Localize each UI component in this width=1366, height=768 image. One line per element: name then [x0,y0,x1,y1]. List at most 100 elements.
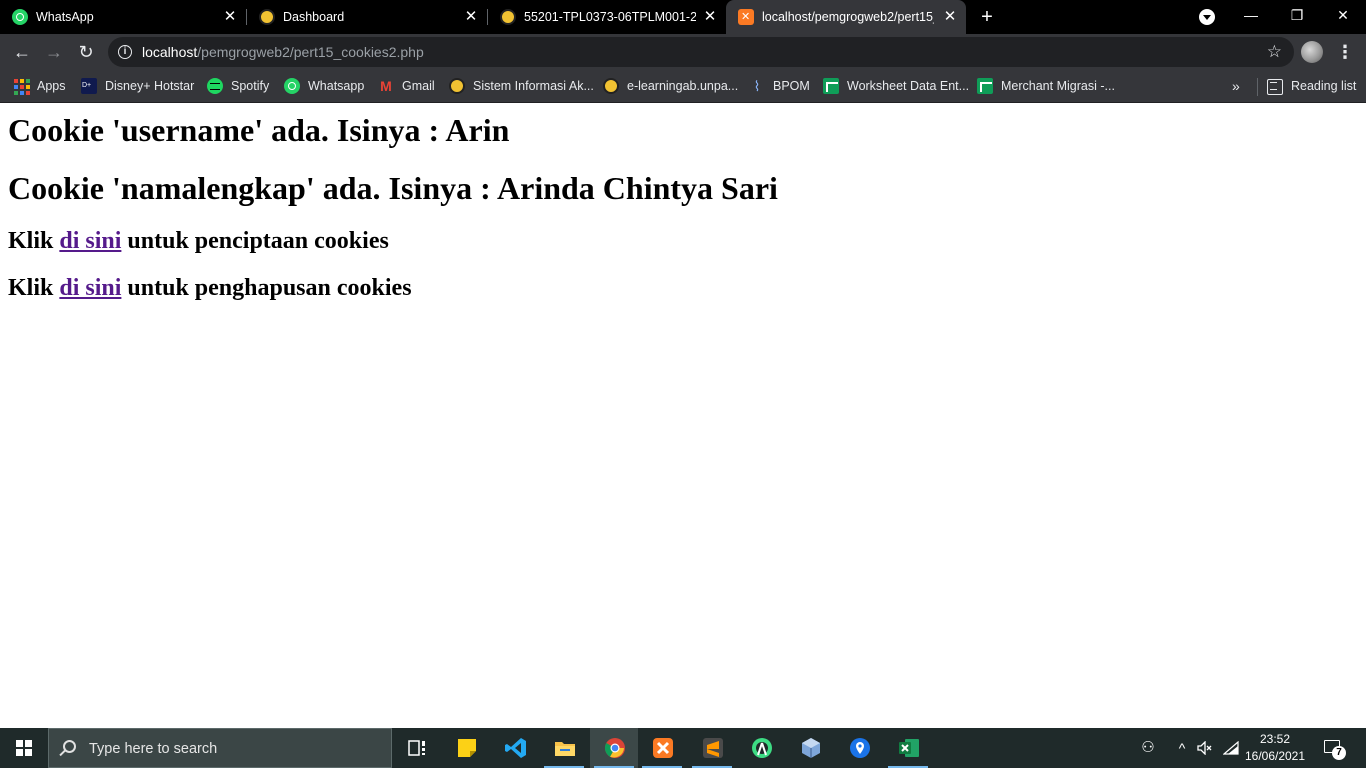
url-host: localhost [142,44,198,60]
bookmark-hotstar[interactable]: Disney+ Hotstar [81,76,194,96]
profile-avatar[interactable] [1301,41,1323,63]
url-path: /pemgrogweb2/pert15_cookies2.php [197,44,424,60]
bpom-icon: ⌇ [753,78,761,94]
chrome-icon[interactable] [590,728,638,768]
search-icon [63,740,76,753]
forward-button[interactable]: → [42,40,66,64]
volume-muted-icon[interactable] [1194,728,1216,768]
file-explorer-icon[interactable] [540,728,588,768]
sheets-icon [823,78,839,94]
tab-course[interactable]: 55201-TPL0373-06TPLM001-2021 ✕ [488,0,726,34]
bookmark-label: BPOM [773,79,810,93]
taskbar-clock[interactable]: 23:52 16/06/2021 [1242,731,1308,765]
browser-toolbar: ← → ↻ i localhost/pemgrogweb2/pert15_coo… [0,34,1366,70]
line-suffix: untuk penciptaan cookies [121,228,389,254]
tab-strip: WhatsApp ✕ Dashboard ✕ 55201-TPL0373-06T… [0,0,1366,34]
bookmark-label: Apps [37,79,66,93]
chevron-up-icon[interactable]: ^ [1172,728,1192,768]
maps-icon[interactable] [835,728,883,768]
bookmark-merchant[interactable]: Merchant Migrasi -... [977,76,1115,96]
bookmark-label: Sistem Informasi Ak... [473,79,594,93]
tab-search-button[interactable] [1199,9,1215,25]
more-bookmarks-button[interactable]: » [1232,78,1240,94]
whatsapp-icon [284,78,300,94]
cookie-namalengkap-heading: Cookie 'namalengkap' ada. Isinya : Arind… [8,170,778,206]
xampp-icon [738,9,754,25]
create-cookies-link[interactable]: di sini [59,228,121,254]
url-text[interactable]: localhost/pemgrogweb2/pert15_cookies2.ph… [142,44,424,60]
close-icon[interactable]: ✕ [463,9,479,25]
bookmark-star-icon[interactable]: ☆ [1267,42,1282,62]
site-info-icon[interactable]: i [118,45,132,59]
notification-center-icon[interactable]: 7 [1322,738,1346,760]
reading-list-button[interactable]: Reading list [1267,76,1356,96]
moodle-icon [449,78,465,94]
reload-button[interactable]: ↻ [74,40,98,64]
tab-whatsapp[interactable]: WhatsApp ✕ [0,0,246,34]
bookmark-label: Worksheet Data Ent... [847,79,970,93]
tab-title: Dashboard [283,10,345,24]
bookmark-label: Spotify [231,79,270,93]
delete-cookies-line: Klik di sini untuk penghapusan cookies [8,274,412,302]
tab-title: WhatsApp [36,10,94,24]
sticky-notes-icon[interactable] [442,728,490,768]
close-icon[interactable]: ✕ [702,9,718,25]
windows-logo-icon [16,740,32,756]
delete-cookies-link[interactable]: di sini [59,275,121,301]
moodle-icon [259,9,275,25]
cookie-username-heading: Cookie 'username' ada. Isinya : Arin [8,112,510,148]
hotstar-icon [81,78,97,94]
minimize-button[interactable]: — [1228,0,1274,30]
bookmark-label: e-learningab.unpa... [627,79,739,93]
taskbar-search-box[interactable]: Type here to search [48,728,392,768]
bookmarks-separator [1257,78,1258,96]
tab-localhost[interactable]: localhost/pemgrogweb2/pert15_ ✕ [726,0,966,34]
virtualbox-icon[interactable] [786,728,834,768]
back-button[interactable]: ← [10,40,34,64]
bookmark-elearning[interactable]: e-learningab.unpa... [603,76,738,96]
reading-list-icon [1267,78,1283,95]
clock-date: 16/06/2021 [1244,749,1306,763]
line-prefix: Klik [8,228,60,254]
create-cookies-line: Klik di sini untuk penciptaan cookies [8,227,389,255]
close-icon[interactable]: ✕ [942,9,958,25]
bookmark-bpom[interactable]: ⌇ BPOM [749,76,810,96]
new-tab-button[interactable]: + [976,6,998,28]
bookmark-label: Gmail [402,79,435,93]
bookmark-gmail[interactable]: M Gmail [378,76,435,96]
bookmark-spotify[interactable]: Spotify [207,76,269,96]
task-view-icon[interactable] [392,728,440,768]
sheets-icon [977,78,993,94]
address-bar[interactable]: i localhost/pemgrogweb2/pert15_cookies2.… [108,37,1294,67]
wifi-icon[interactable] [1220,728,1242,768]
people-icon[interactable]: ⚇ [1136,728,1160,768]
whatsapp-icon [12,9,28,25]
search-placeholder: Type here to search [89,741,218,757]
start-button[interactable] [0,728,48,768]
bookmark-apps[interactable]: Apps [13,76,66,96]
tab-title: localhost/pemgrogweb2/pert15_ [762,10,934,24]
sublime-text-icon[interactable] [688,728,736,768]
windows-taskbar: Type here to search ⚇ ^ 23:52 16/06/2021… [0,728,1366,768]
close-window-button[interactable]: ✕ [1320,0,1366,30]
close-icon[interactable]: ✕ [222,9,238,25]
moodle-icon [500,9,516,25]
excel-icon[interactable] [884,728,932,768]
bookmark-worksheet[interactable]: Worksheet Data Ent... [823,76,969,96]
clock-time: 23:52 [1259,732,1291,746]
bookmark-sistem-informasi[interactable]: Sistem Informasi Ak... [449,76,594,96]
apps-grid-icon [13,78,30,95]
vscode-icon[interactable] [491,728,539,768]
line-suffix: untuk penghapusan cookies [121,275,412,301]
xampp-icon[interactable] [638,728,686,768]
bookmark-whatsapp[interactable]: Whatsapp [284,76,364,96]
spotify-icon [207,78,223,94]
page-content: Cookie 'username' ada. Isinya : Arin Coo… [0,103,1366,728]
bookmarks-bar: Apps Disney+ Hotstar Spotify Whatsapp M … [0,70,1366,103]
android-studio-icon[interactable] [737,728,785,768]
browser-menu-button[interactable]: ⋮ [1336,40,1354,64]
tab-dashboard[interactable]: Dashboard ✕ [247,0,487,34]
reading-list-label: Reading list [1291,79,1357,93]
gmail-icon: M [380,78,392,94]
restore-button[interactable]: ❐ [1274,0,1320,30]
